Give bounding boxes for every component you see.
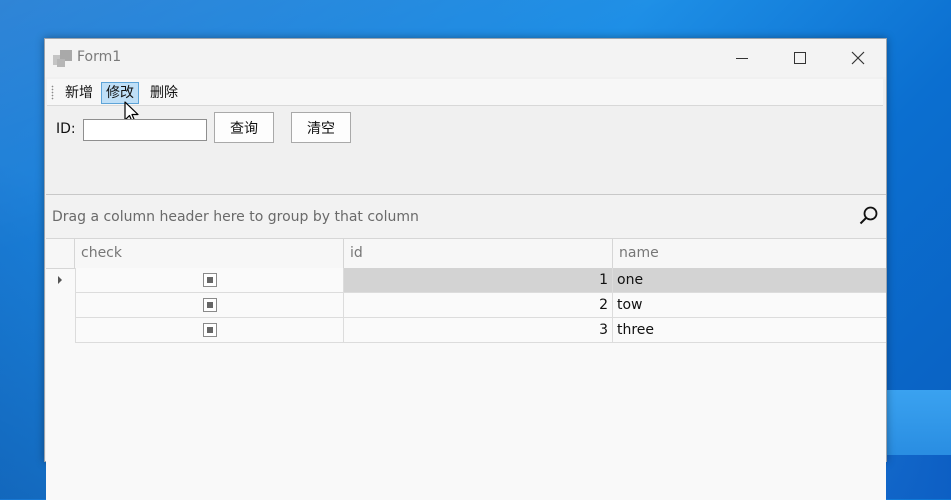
maximize-icon bbox=[794, 52, 806, 64]
delete-button[interactable]: 删除 bbox=[146, 82, 182, 104]
check-cell[interactable] bbox=[75, 318, 344, 343]
table-row[interactable]: 3 three bbox=[46, 318, 886, 343]
indeterminate-checkbox[interactable] bbox=[202, 298, 217, 312]
grid-header: check id name bbox=[46, 239, 886, 269]
table-row[interactable]: 1 one bbox=[46, 268, 886, 293]
id-cell[interactable]: 3 bbox=[344, 318, 613, 343]
name-cell[interactable]: three bbox=[613, 318, 886, 343]
query-button[interactable]: 查询 bbox=[214, 112, 274, 143]
column-header-check[interactable]: check bbox=[75, 239, 344, 268]
check-cell[interactable] bbox=[75, 293, 344, 318]
focused-row-arrow-icon bbox=[58, 276, 62, 284]
id-cell[interactable]: 1 bbox=[344, 268, 613, 293]
add-button[interactable]: 新增 bbox=[61, 82, 97, 104]
close-button[interactable] bbox=[829, 39, 887, 77]
form-client-area: 新增 修改 删除 ID: 查询 清空 Drag a column header … bbox=[45, 77, 886, 500]
row-indicator[interactable] bbox=[46, 268, 75, 293]
search-icon[interactable] bbox=[859, 206, 879, 226]
group-panel-hint: Drag a column header here to group by th… bbox=[52, 209, 419, 225]
app-window: Form1 新增 修改 删除 ID: 查询 清空 Drag a column h… bbox=[44, 38, 887, 500]
app-icon bbox=[53, 50, 72, 67]
group-by-panel[interactable]: Drag a column header here to group by th… bbox=[46, 195, 886, 239]
column-header-id[interactable]: id bbox=[344, 239, 613, 268]
grid-rows: 1 one 2 tow 3 three bbox=[46, 268, 886, 343]
minimize-button[interactable] bbox=[713, 39, 771, 77]
close-icon bbox=[851, 51, 865, 65]
name-cell[interactable]: one bbox=[613, 268, 886, 293]
id-label: ID: bbox=[56, 121, 76, 137]
row-indicator-header[interactable] bbox=[46, 239, 75, 268]
indeterminate-checkbox[interactable] bbox=[202, 273, 217, 287]
column-header-name[interactable]: name bbox=[613, 239, 886, 268]
id-input[interactable] bbox=[83, 119, 207, 141]
id-cell[interactable]: 2 bbox=[344, 293, 613, 318]
table-row[interactable]: 2 tow bbox=[46, 293, 886, 318]
search-panel: ID: 查询 清空 bbox=[45, 105, 886, 155]
indeterminate-checkbox[interactable] bbox=[202, 323, 217, 337]
minimize-icon bbox=[736, 58, 748, 59]
check-cell[interactable] bbox=[75, 268, 344, 293]
row-indicator[interactable] bbox=[46, 318, 75, 343]
data-grid: Drag a column header here to group by th… bbox=[46, 194, 886, 500]
clear-button[interactable]: 清空 bbox=[291, 112, 351, 143]
toolbar-grip-icon[interactable] bbox=[51, 85, 54, 100]
row-indicator[interactable] bbox=[46, 293, 75, 318]
maximize-button[interactable] bbox=[771, 39, 829, 77]
title-bar[interactable]: Form1 bbox=[45, 39, 886, 77]
toolbar: 新增 修改 删除 bbox=[47, 79, 883, 124]
name-cell[interactable]: tow bbox=[613, 293, 886, 318]
window-title: Form1 bbox=[77, 49, 122, 65]
